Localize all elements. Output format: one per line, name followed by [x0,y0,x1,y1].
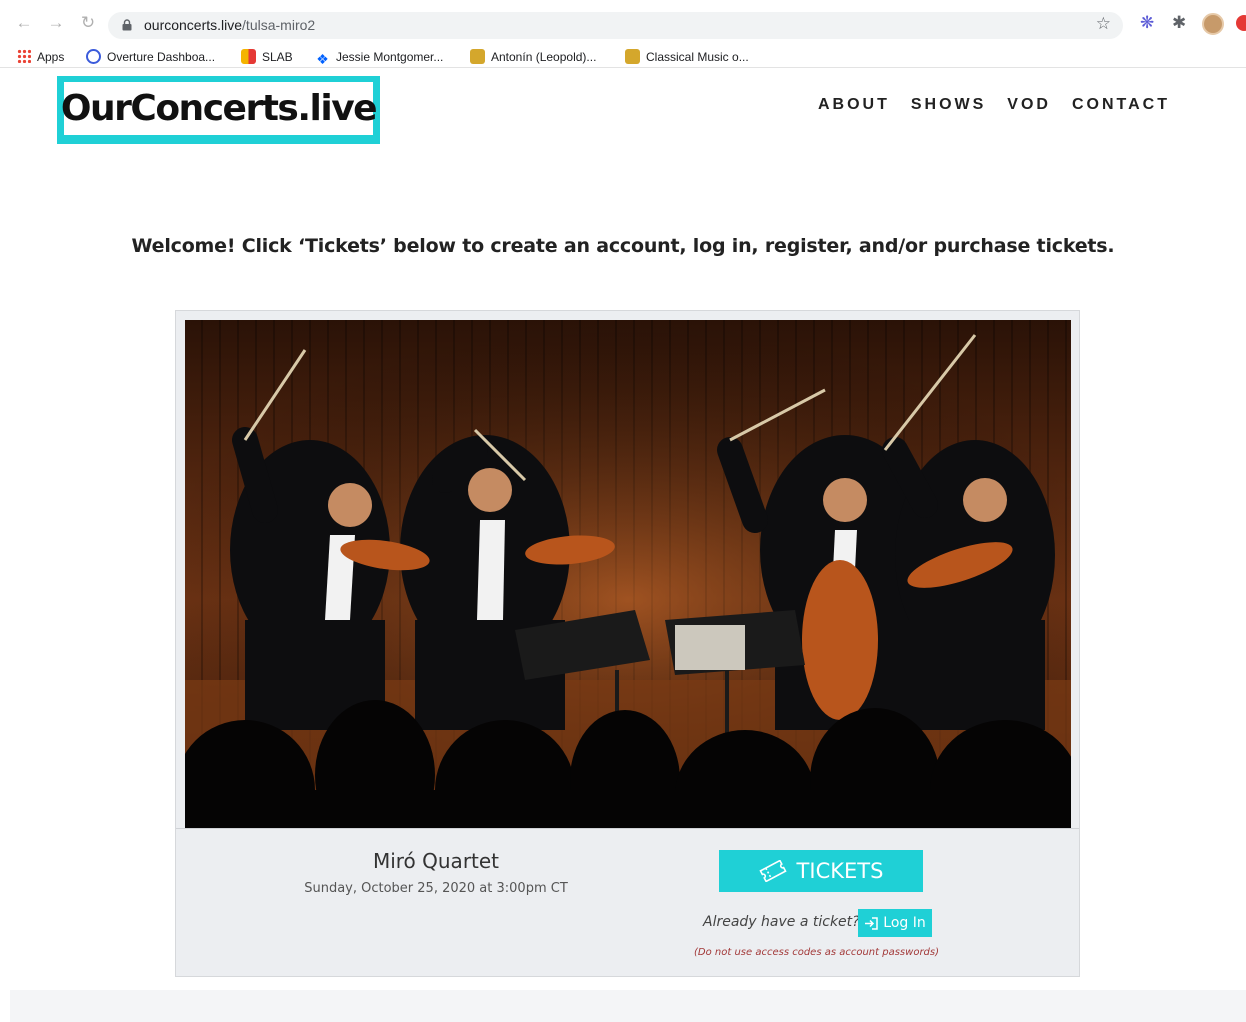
login-button[interactable]: Log In [858,909,932,937]
nav-shows[interactable]: SHOWS [911,96,986,114]
main-nav: ABOUT SHOWS VOD CONTACT [818,96,1170,114]
ticket-icon [758,860,787,882]
event-card: Miró Quartet Sunday, October 25, 2020 at… [175,310,1080,977]
browser-toolbar: ← → ↻ ourconcerts.live/tulsa-miro2 ☆ ❋ ✱ [0,10,1246,40]
quartet-photo-illustration [185,320,1071,828]
url-domain: ourconcerts.live [144,17,243,33]
nav-contact[interactable]: CONTACT [1072,96,1170,114]
overture-icon [86,49,101,64]
logo-text: OurConcerts.live [60,88,378,129]
event-photo [185,320,1071,828]
event-details: Miró Quartet Sunday, October 25, 2020 at… [176,828,1079,976]
forward-icon[interactable]: → [46,13,66,33]
address-bar[interactable]: ourconcerts.live/tulsa-miro2 ☆ [108,12,1123,39]
tickets-label: TICKETS [796,859,884,883]
site-logo[interactable]: OurConcerts.live [57,76,380,144]
bookmark-jessie[interactable]: ❖ Jessie Montgomer... [315,48,444,67]
bookmark-overture[interactable]: Overture Dashboa... [86,48,215,66]
have-ticket-text: Already have a ticket? [703,914,860,930]
bookmark-antonin[interactable]: Antonín (Leopold)... [470,48,596,66]
nav-vod[interactable]: VOD [1007,96,1051,114]
access-code-note: (Do not use access codes as account pass… [694,947,940,958]
bookmark-label: Apps [37,50,65,64]
logo-box: OurConcerts.live [60,82,378,135]
bookmark-apps[interactable]: Apps [17,48,64,66]
puzzle-icon[interactable]: ✱ [1172,12,1186,34]
music-icon [470,49,485,64]
slab-icon [241,49,256,64]
reload-icon[interactable]: ↻ [78,13,98,33]
footer-band [10,990,1246,1022]
browser-chrome: ← → ↻ ourconcerts.live/tulsa-miro2 ☆ ❋ ✱… [0,0,1246,76]
event-name: Miró Quartet [372,849,500,873]
back-icon[interactable]: ← [14,13,34,33]
bookmarks-bar: Apps Overture Dashboa... SLAB ❖ Jessie Mo… [0,44,1246,68]
login-label: Log In [883,915,926,931]
music-icon [625,49,640,64]
bookmark-label: Classical Music o... [646,50,749,64]
apps-grid-icon [17,49,31,63]
event-datetime: Sunday, October 25, 2020 at 3:00pm CT [304,881,568,896]
dropbox-icon: ❖ [316,51,329,67]
url-text: ourconcerts.live/tulsa-miro2 [144,17,315,33]
bookmark-label: SLAB [262,50,293,64]
sign-in-icon [865,916,879,930]
welcome-message: Welcome! Click ‘Tickets’ below to create… [131,235,1115,257]
notification-badge-icon[interactable] [1236,15,1246,31]
bookmark-label: Overture Dashboa... [107,50,216,64]
profile-avatar[interactable] [1202,13,1224,35]
bookmark-star-icon[interactable]: ☆ [1096,14,1111,34]
bookmark-classical[interactable]: Classical Music o... [625,48,749,66]
tickets-button[interactable]: TICKETS [719,850,923,892]
lock-icon [122,19,132,31]
extension-icon[interactable]: ❋ [1140,12,1154,34]
nav-about[interactable]: ABOUT [818,96,890,114]
bookmark-label: Jessie Montgomer... [336,50,444,64]
bookmark-label: Antonín (Leopold)... [491,50,597,64]
url-path: /tulsa-miro2 [242,17,316,33]
bookmark-slab[interactable]: SLAB [241,48,293,66]
